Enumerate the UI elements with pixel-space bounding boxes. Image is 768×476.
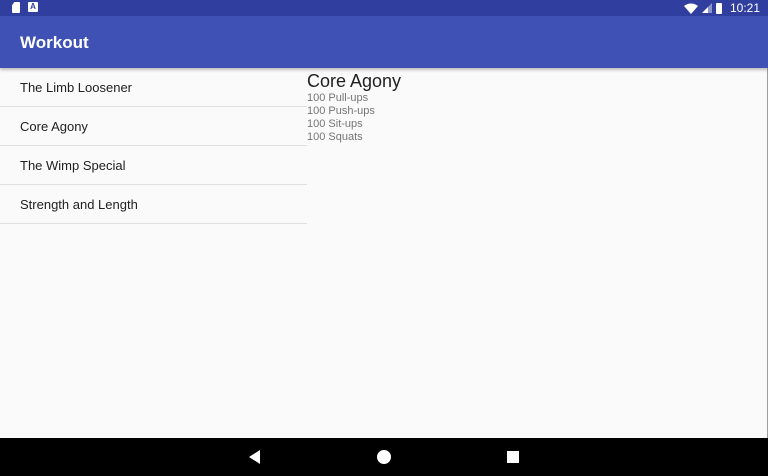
list-item-label: The Wimp Special xyxy=(20,157,126,173)
list-item-label: Strength and Length xyxy=(20,196,138,212)
back-icon[interactable] xyxy=(247,449,263,465)
app-bar: Workout xyxy=(0,16,768,68)
list-item-label: Core Agony xyxy=(20,118,88,134)
recents-icon[interactable] xyxy=(505,449,521,465)
clock: 10:21 xyxy=(729,1,760,15)
list-item-label: The Limb Loosener xyxy=(20,79,133,95)
detail-line: 100 Sit-ups xyxy=(307,118,363,130)
detail-title: Core Agony xyxy=(307,71,402,91)
wifi-icon xyxy=(683,3,698,14)
detail-line: 100 Pull-ups xyxy=(307,92,369,104)
workout-list: The Limb Loosener Core Agony The Wimp Sp… xyxy=(0,68,307,224)
list-item[interactable]: The Wimp Special xyxy=(0,146,307,185)
list-item[interactable]: Core Agony xyxy=(0,107,307,146)
battery-icon xyxy=(715,2,722,14)
home-icon[interactable] xyxy=(376,449,392,465)
detail-line: 100 Push-ups xyxy=(307,105,375,117)
list-item[interactable]: The Limb Loosener xyxy=(0,68,307,107)
status-left-icons: A xyxy=(12,2,38,13)
navigation-bar xyxy=(0,438,768,476)
a-notification-icon: A xyxy=(28,2,38,12)
status-right-icons: 10:21 xyxy=(683,0,760,16)
screen: A 10:21 Workout The Limb Loosener Core A… xyxy=(0,0,768,476)
workout-detail: Core Agony 100 Pull-ups 100 Push-ups 100… xyxy=(307,70,401,144)
signal-icon xyxy=(701,3,712,13)
sd-card-icon xyxy=(12,2,20,13)
app-title: Workout xyxy=(20,33,89,52)
list-item[interactable]: Strength and Length xyxy=(0,185,307,224)
detail-line: 100 Squats xyxy=(307,131,363,143)
status-bar: A 10:21 xyxy=(0,0,768,16)
